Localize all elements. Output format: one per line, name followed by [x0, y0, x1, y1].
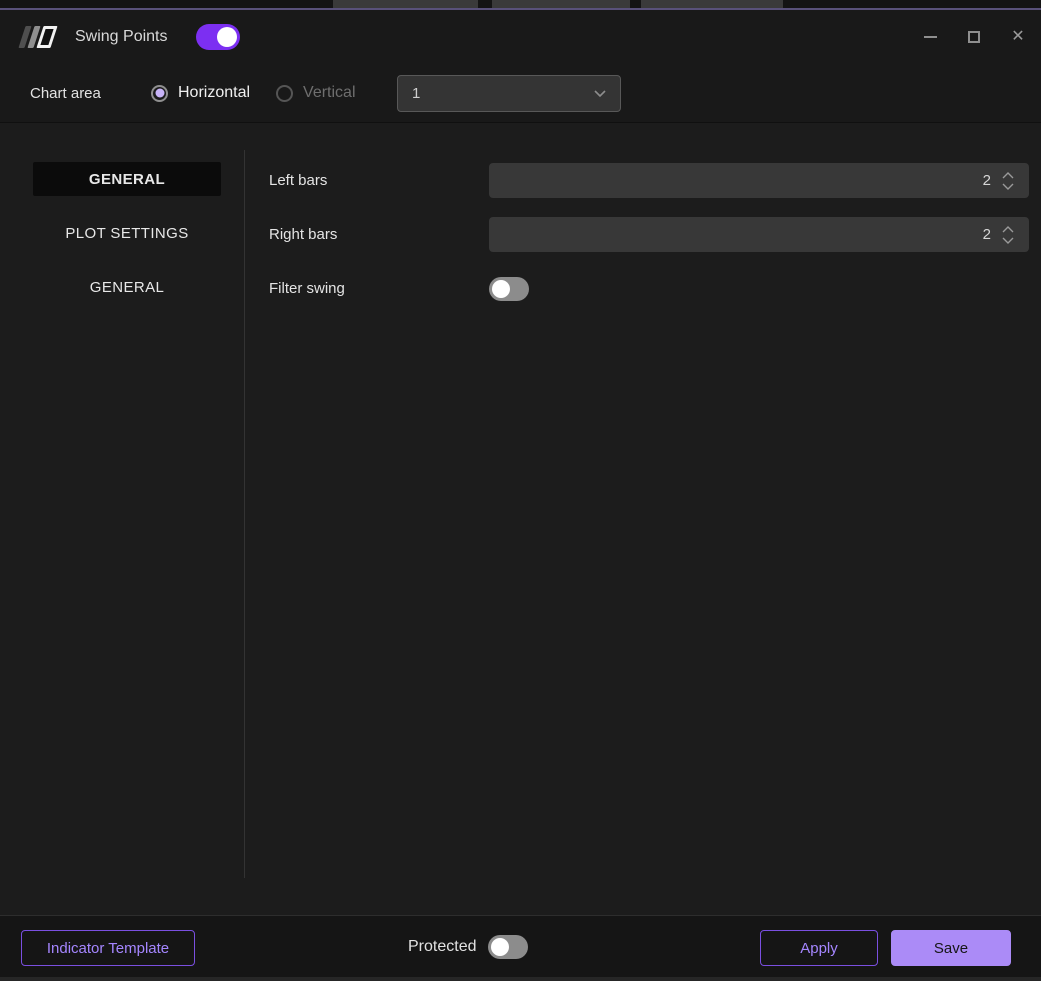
radio-horizontal[interactable]: Horizontal — [151, 84, 250, 102]
background-tab[interactable] — [492, 0, 630, 8]
radio-horizontal-label: Horizontal — [178, 84, 251, 101]
right-bars-label: Right bars — [269, 226, 338, 243]
dialog-title: Swing Points — [75, 28, 168, 45]
stepper-arrows-icon[interactable] — [1001, 224, 1015, 246]
stepper-arrows-icon[interactable] — [1001, 170, 1015, 192]
maximize-button[interactable] — [967, 30, 981, 44]
dialog-titlebar: Swing Points ✕ — [0, 10, 1041, 64]
maximize-icon — [968, 31, 980, 43]
window-controls: ✕ — [923, 10, 1025, 64]
setting-row-filter-swing: Filter swing — [245, 271, 1041, 306]
sidebar-item-general[interactable]: GENERAL — [33, 162, 221, 196]
background-tab[interactable] — [333, 0, 478, 8]
radio-unselected-icon — [276, 84, 294, 102]
right-bars-input[interactable]: 2 — [489, 217, 1029, 252]
swing-points-dialog: Swing Points ✕ Chart area Horizontal Ver… — [0, 0, 1041, 981]
left-bars-label: Left bars — [269, 172, 328, 189]
indicator-template-button[interactable]: Indicator Template — [21, 930, 195, 966]
minimize-icon — [923, 36, 937, 38]
toggle-knob — [216, 27, 237, 47]
sidebar-item-general-2[interactable]: GENERAL — [33, 270, 221, 304]
radio-vertical[interactable]: Vertical — [276, 84, 356, 102]
dialog-footer: Indicator Template Protected Apply Save — [0, 915, 1041, 977]
minimize-button[interactable] — [923, 30, 937, 44]
radio-vertical-label: Vertical — [303, 84, 356, 101]
close-button[interactable]: ✕ — [1011, 28, 1025, 45]
protected-group: Protected — [408, 916, 529, 978]
setting-row-right-bars: Right bars 2 — [245, 217, 1041, 252]
indicator-enabled-toggle[interactable] — [195, 24, 240, 50]
chevron-down-icon — [594, 89, 606, 97]
protected-toggle[interactable] — [488, 935, 529, 959]
pane-select-dropdown[interactable]: 1 — [397, 75, 621, 112]
chart-area-bar: Chart area Horizontal Vertical 1 — [0, 64, 1041, 123]
chart-area-label: Chart area — [30, 84, 101, 102]
setting-row-left-bars: Left bars 2 — [245, 163, 1041, 198]
settings-panel: Left bars 2 Right bars 2 Filter swing — [245, 124, 1041, 318]
left-bars-input[interactable]: 2 — [489, 163, 1029, 198]
background-tab-strip — [0, 0, 1041, 10]
close-icon: ✕ — [1011, 28, 1025, 45]
save-button[interactable]: Save — [891, 930, 1011, 966]
pane-select-value: 1 — [412, 85, 421, 102]
window-bottom-edge — [0, 977, 1041, 981]
dialog-body: GENERAL PLOT SETTINGS GENERAL Left bars … — [0, 124, 1041, 915]
toggle-knob — [491, 938, 510, 956]
filter-swing-toggle[interactable] — [489, 276, 529, 301]
apply-button[interactable]: Apply — [760, 930, 878, 966]
settings-sidebar: GENERAL PLOT SETTINGS GENERAL — [0, 124, 244, 324]
background-tab[interactable] — [641, 0, 783, 8]
left-bars-value: 2 — [982, 172, 991, 189]
app-logo-icon — [18, 24, 58, 50]
protected-label: Protected — [408, 938, 477, 955]
filter-swing-label: Filter swing — [269, 280, 345, 297]
toggle-knob — [492, 279, 510, 298]
radio-selected-icon — [151, 84, 168, 102]
sidebar-item-plot-settings[interactable]: PLOT SETTINGS — [33, 216, 221, 250]
right-bars-value: 2 — [982, 226, 991, 243]
